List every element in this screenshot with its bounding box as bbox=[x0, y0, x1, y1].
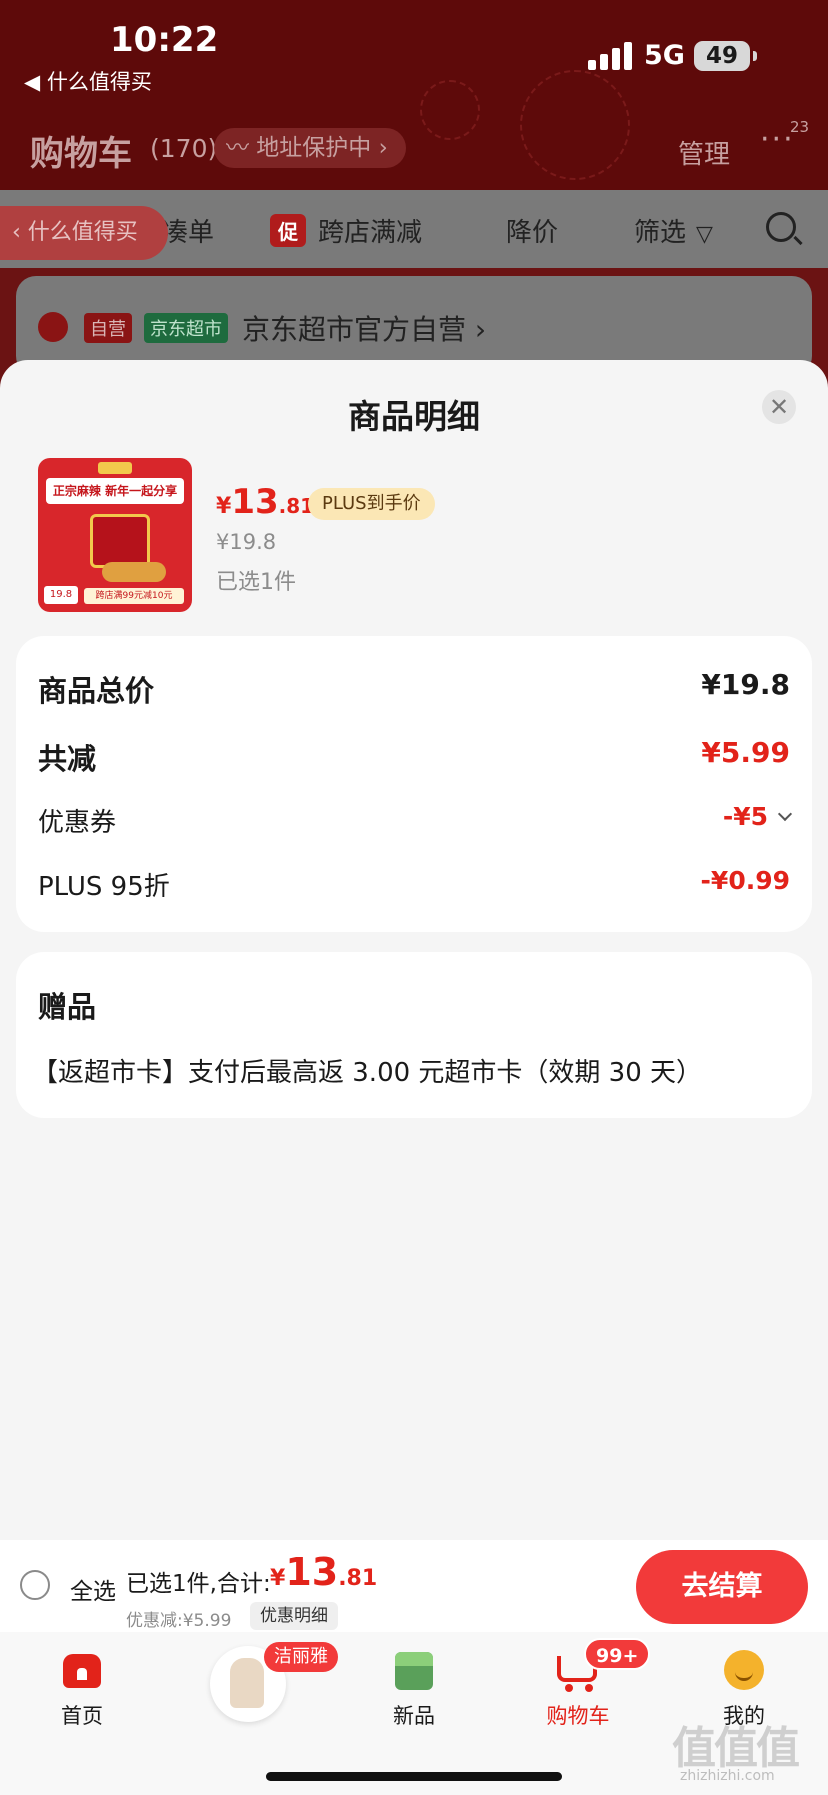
original-price: ¥19.8 bbox=[216, 530, 277, 554]
firework-decoration bbox=[520, 70, 630, 180]
towel-image bbox=[230, 1658, 264, 1708]
tab-home-label: 首页 bbox=[61, 1704, 103, 1728]
home-indicator[interactable] bbox=[266, 1772, 562, 1781]
select-all-label[interactable]: 全选 bbox=[70, 1572, 116, 1606]
thumb-package bbox=[90, 514, 150, 568]
product-image: 正宗麻辣 新年一起分享 19.8 跨店满99元减10元 bbox=[38, 458, 192, 612]
firework-decoration bbox=[420, 80, 480, 140]
thumb-logo bbox=[98, 462, 132, 474]
total-currency: ¥ bbox=[270, 1566, 286, 1591]
tab-new[interactable]: 新品 bbox=[354, 1646, 474, 1730]
total-label: 商品总价 bbox=[38, 674, 155, 708]
status-bar: 10:22 ◀ 什么值得买 5G 49 bbox=[0, 0, 828, 100]
total-decimal: .81 bbox=[338, 1566, 378, 1591]
thumb-price: 19.8 bbox=[44, 586, 78, 604]
tab-home[interactable]: 首页 bbox=[22, 1646, 142, 1730]
price-summary-card: 商品总价 ¥19.8 共减 ¥5.99 优惠券 -¥5 PLUS 95折 -¥0… bbox=[16, 636, 812, 932]
more-badge: 23 bbox=[790, 118, 810, 136]
app-header: 购物车 (170) 〰 地址保护中 › 管理 ··· 23 bbox=[0, 70, 828, 190]
total-price: ¥13.81 bbox=[270, 1550, 377, 1594]
watermark-logo: 值值值 bbox=[672, 1723, 800, 1774]
filter-item-bundle[interactable]: 凑单 bbox=[162, 212, 214, 249]
filter-icon: ▽ bbox=[696, 222, 713, 247]
plus-price-badge: PLUS到手价 bbox=[308, 488, 435, 520]
home-icon bbox=[63, 1654, 101, 1688]
cart-badge: 99+ bbox=[584, 1638, 651, 1670]
total-integer: 13 bbox=[285, 1550, 339, 1594]
watermark-url: zhizhizhi.com bbox=[680, 1768, 775, 1784]
back-to-app-link[interactable]: ◀ 什么值得买 bbox=[24, 66, 152, 96]
manage-button[interactable]: 管理 bbox=[678, 134, 730, 171]
price-integer: 13 bbox=[231, 482, 279, 522]
thumb-title: 正宗麻辣 新年一起分享 bbox=[46, 478, 184, 504]
thumb-footer: 跨店满99元减10元 bbox=[84, 588, 184, 604]
select-all-checkbox[interactable] bbox=[20, 1570, 50, 1600]
promo-tag: 促 bbox=[270, 214, 306, 247]
tab-cart-label: 购物车 bbox=[546, 1704, 610, 1728]
gift-card: 赠品 【返超市卡】支付后最高返 3.00 元超市卡（效期 30 天） bbox=[16, 952, 812, 1118]
jd-market-tag: 京东超市 bbox=[144, 313, 228, 343]
coupon-value-wrap[interactable]: -¥5 bbox=[722, 802, 793, 831]
shop-checkbox[interactable] bbox=[38, 312, 68, 342]
thumb-food bbox=[102, 562, 166, 582]
me-icon bbox=[724, 1650, 764, 1690]
filter-item-cross-store-label: 跨店满减 bbox=[318, 218, 423, 248]
status-time: 10:22 bbox=[110, 20, 219, 60]
chevron-down-icon[interactable] bbox=[777, 806, 793, 822]
final-price: ¥13.81 bbox=[216, 482, 314, 522]
coupon-value: -¥5 bbox=[722, 802, 768, 831]
tab-bar: 首页 洁丽雅 新品 购物车 99+ 我的 值值值 zhizhizhi.com bbox=[0, 1632, 828, 1795]
gift-text: 【返超市卡】支付后最高返 3.00 元超市卡（效期 30 天） bbox=[32, 1058, 703, 1088]
total-value: ¥19.8 bbox=[701, 668, 790, 701]
shop-name[interactable]: 京东超市官方自营 › bbox=[242, 308, 486, 348]
reduce-label: 共减 bbox=[38, 742, 97, 776]
checkout-button[interactable]: 去结算 bbox=[636, 1550, 808, 1624]
checkout-bar: 全选 已选1件,合计: ¥13.81 优惠减:¥5.99 优惠明细 去结算 bbox=[0, 1540, 828, 1632]
signal-icon bbox=[588, 42, 632, 70]
price-currency: ¥ bbox=[216, 494, 232, 519]
reduce-value: ¥5.99 bbox=[701, 736, 790, 769]
address-protection-pill[interactable]: 〰 地址保护中 › bbox=[214, 128, 406, 168]
cart-count: (170) bbox=[150, 134, 218, 163]
gift-title: 赠品 bbox=[38, 990, 97, 1024]
back-float-button[interactable]: ‹ 什么值得买 bbox=[0, 206, 168, 260]
self-operated-tag: 自营 bbox=[84, 313, 132, 343]
coupon-label: 优惠券 bbox=[38, 808, 117, 838]
close-icon[interactable]: ✕ bbox=[762, 390, 796, 424]
network-label: 5G bbox=[644, 40, 685, 71]
discount-detail-button[interactable]: 优惠明细 bbox=[250, 1602, 338, 1630]
battery-icon: 49 bbox=[694, 41, 750, 71]
battery-tip bbox=[753, 51, 757, 61]
tab-new-label: 新品 bbox=[393, 1704, 435, 1728]
filter-label: 筛选 bbox=[634, 218, 687, 248]
total-summary-label: 已选1件,合计: bbox=[126, 1571, 271, 1597]
plus-value: -¥0.99 bbox=[700, 866, 790, 895]
filter-item-filter[interactable]: 筛选 ▽ bbox=[634, 212, 713, 249]
filter-item-cross-store[interactable]: 促跨店满减 bbox=[270, 212, 422, 249]
sheet-title: 商品明细 bbox=[348, 397, 480, 436]
promo-brand-tag: 洁丽雅 bbox=[264, 1642, 338, 1672]
discount-label: 优惠减:¥5.99 bbox=[126, 1611, 232, 1631]
page-title: 购物车 bbox=[30, 134, 132, 174]
selected-count: 已选1件 bbox=[216, 570, 296, 595]
filter-item-price-drop[interactable]: 降价 bbox=[506, 212, 558, 249]
search-icon[interactable] bbox=[766, 212, 796, 242]
plus-label: PLUS 95折 bbox=[38, 872, 170, 902]
product-detail-sheet: 商品明细 ✕ 正宗麻辣 新年一起分享 19.8 跨店满99元减10元 ¥13.8… bbox=[0, 360, 828, 1540]
cube-icon bbox=[395, 1652, 433, 1690]
